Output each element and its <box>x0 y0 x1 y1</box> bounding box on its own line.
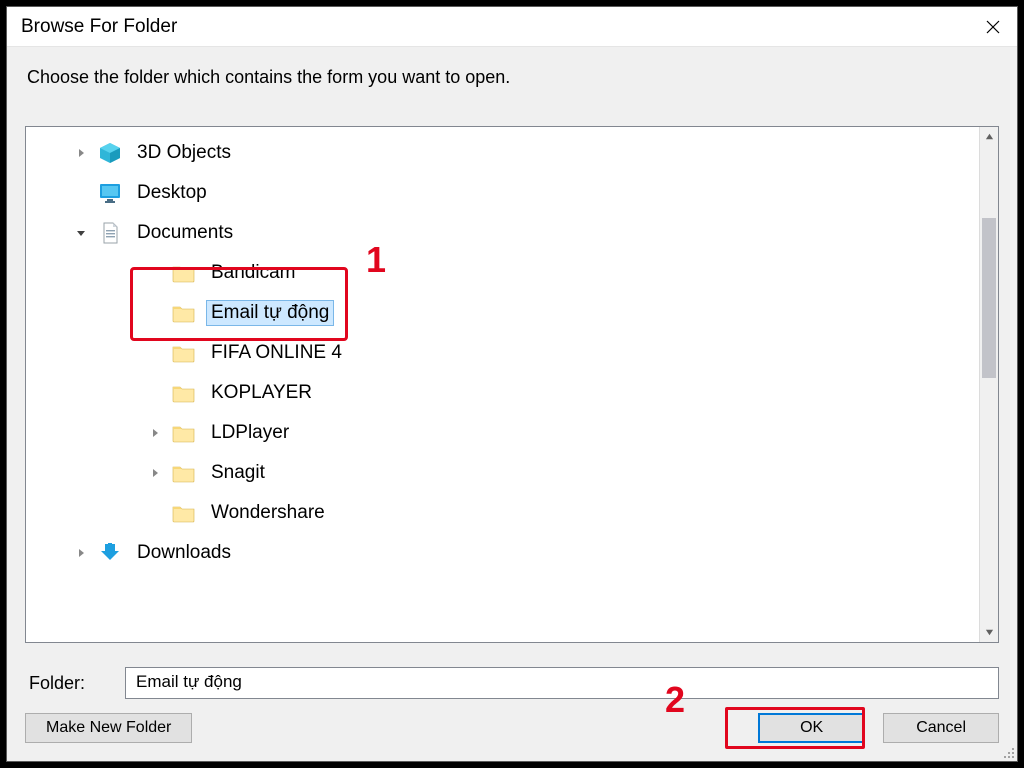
tree-item[interactable]: LDPlayer <box>26 413 998 453</box>
tree-item-label: KOPLAYER <box>206 380 317 406</box>
tree-item-label: Bandicam <box>206 260 301 286</box>
folder-field[interactable]: Email tự động <box>125 667 999 699</box>
cancel-button[interactable]: Cancel <box>883 713 999 743</box>
tree-item[interactable]: 3D Objects <box>26 133 998 173</box>
tree-item[interactable]: Snagit <box>26 453 998 493</box>
dialog-buttons: Make New Folder OK Cancel <box>7 699 1017 761</box>
folder-icon <box>172 421 196 445</box>
close-button[interactable] <box>969 7 1017 47</box>
browse-for-folder-dialog: Browse For Folder Choose the folder whic… <box>6 6 1018 762</box>
tree-item[interactable]: Bandicam <box>26 253 998 293</box>
folder-field-label: Folder: <box>25 673 125 694</box>
chevron-down-icon[interactable] <box>72 224 90 242</box>
chevron-right-icon[interactable] <box>72 544 90 562</box>
tree-item-label: FIFA ONLINE 4 <box>206 340 347 366</box>
ok-button[interactable]: OK <box>758 713 865 743</box>
folder-icon <box>172 301 196 325</box>
tree-item-label: Snagit <box>206 460 270 486</box>
folder-tree[interactable]: 3D Objects Desktop Documents Bandicam Email … <box>26 127 998 642</box>
tree-item[interactable]: KOPLAYER <box>26 373 998 413</box>
folder-icon <box>172 261 196 285</box>
tree-item[interactable]: FIFA ONLINE 4 <box>26 333 998 373</box>
chevron-right-icon[interactable] <box>146 464 164 482</box>
make-new-folder-button[interactable]: Make New Folder <box>25 713 192 743</box>
cube3d-icon <box>98 141 122 165</box>
tree-item[interactable]: Email tự động <box>26 293 998 333</box>
resize-grip-icon[interactable] <box>1001 745 1015 759</box>
chevron-right-icon[interactable] <box>146 424 164 442</box>
scroll-thumb[interactable] <box>982 218 996 378</box>
tree-item[interactable]: Documents <box>26 213 998 253</box>
tree-item-label: LDPlayer <box>206 420 294 446</box>
tree-item[interactable]: Desktop <box>26 173 998 213</box>
docfile-icon <box>98 221 122 245</box>
folder-tree-panel: 3D Objects Desktop Documents Bandicam Email … <box>25 126 999 643</box>
folder-icon <box>172 461 196 485</box>
tree-item[interactable]: Downloads <box>26 533 998 573</box>
monitor-icon <box>98 181 122 205</box>
folder-icon <box>172 341 196 365</box>
window-title: Browse For Folder <box>21 16 177 38</box>
close-icon <box>986 20 1000 34</box>
title-bar: Browse For Folder <box>7 7 1017 47</box>
tree-item-label: Desktop <box>132 180 212 206</box>
folder-path-row: Folder: Email tự động <box>7 667 1017 699</box>
tree-item-label: 3D Objects <box>132 140 236 166</box>
scroll-down-button[interactable] <box>980 623 998 642</box>
tree-item-label: Downloads <box>132 540 236 566</box>
scroll-track[interactable] <box>980 146 998 623</box>
download-icon <box>98 541 122 565</box>
instruction-text: Choose the folder which contains the for… <box>7 47 1017 98</box>
tree-item-label: Email tự động <box>206 300 334 326</box>
tree-item-label: Documents <box>132 220 238 246</box>
chevron-right-icon[interactable] <box>72 144 90 162</box>
folder-icon <box>172 381 196 405</box>
scroll-up-button[interactable] <box>980 127 998 146</box>
tree-item-label: Wondershare <box>206 500 330 526</box>
tree-item[interactable]: Wondershare <box>26 493 998 533</box>
folder-icon <box>172 501 196 525</box>
vertical-scrollbar[interactable] <box>979 127 998 642</box>
